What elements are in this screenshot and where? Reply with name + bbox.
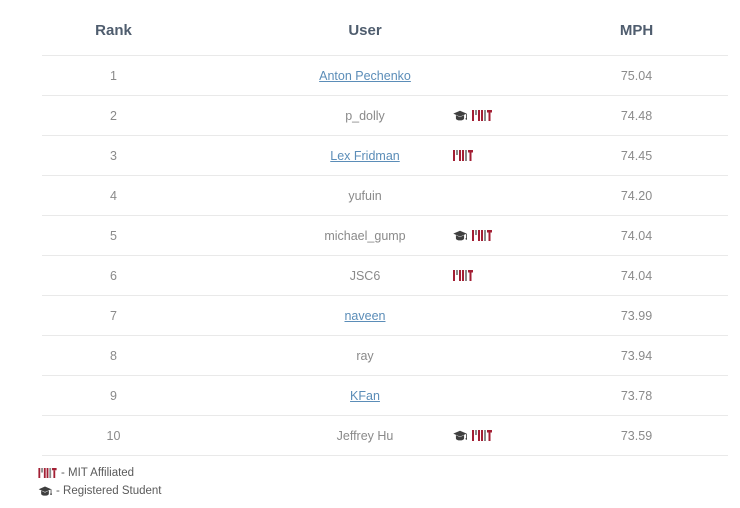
cell-rank: 3: [42, 136, 185, 176]
graduation-cap-icon: [38, 486, 52, 497]
legend-item-mit-affiliated: - MIT Affiliated: [38, 464, 161, 482]
user-cell-inner: yufuin: [185, 189, 545, 203]
cell-mph: 74.45: [545, 136, 728, 176]
user-profile-link[interactable]: naveen: [344, 309, 385, 323]
cell-mph: 74.04: [545, 216, 728, 256]
user-badges: [453, 229, 492, 243]
user-badges: [453, 269, 473, 283]
table-row: 1 Anton Pechenko 75.04: [42, 56, 728, 96]
cell-rank: 8: [42, 336, 185, 376]
table-row: 9 KFan 73.78: [42, 376, 728, 416]
cell-mph: 75.04: [545, 56, 728, 96]
cell-rank: 5: [42, 216, 185, 256]
cell-rank: 10: [42, 416, 185, 456]
user-profile-link[interactable]: KFan: [350, 389, 380, 403]
cell-user: JSC6: [185, 256, 545, 296]
table-row: 10 Jeffrey Hu 73.59: [42, 416, 728, 456]
graduation-cap-icon: [453, 430, 467, 442]
cell-mph: 73.59: [545, 416, 728, 456]
user-profile-link[interactable]: Anton Pechenko: [319, 69, 411, 83]
table-header-row: Rank User MPH: [42, 8, 728, 56]
cell-rank: 1: [42, 56, 185, 96]
leaderboard-panel: Rank User MPH 1 Anton Pechenko 75.04 2 p_dol…: [0, 0, 740, 508]
mit-logo-icon: [472, 230, 492, 241]
table-row: 4 yufuin 74.20: [42, 176, 728, 216]
user-name-label: Jeffrey Hu: [337, 429, 394, 443]
user-name-label: yufuin: [348, 189, 381, 203]
user-cell-inner: KFan: [185, 389, 545, 403]
cell-user: yufuin: [185, 176, 545, 216]
table-row: 3 Lex Fridman 74.45: [42, 136, 728, 176]
graduation-cap-icon: [453, 230, 467, 242]
legend: - MIT Affiliated - Registered Student: [38, 464, 161, 500]
user-badges: [453, 149, 473, 163]
legend-label-mit-affiliated: - MIT Affiliated: [61, 467, 134, 479]
cell-user: naveen: [185, 296, 545, 336]
user-name-label: michael_gump: [324, 229, 405, 243]
cell-mph: 73.78: [545, 376, 728, 416]
mit-logo-icon: [453, 270, 473, 281]
user-badges: [453, 109, 492, 123]
column-header-user: User: [185, 8, 545, 56]
table-row: 8 ray 73.94: [42, 336, 728, 376]
mit-logo-icon: [38, 468, 57, 478]
user-cell-inner: naveen: [185, 309, 545, 323]
user-cell-inner: JSC6: [185, 269, 545, 283]
cell-rank: 2: [42, 96, 185, 136]
column-header-mph: MPH: [545, 8, 728, 56]
graduation-cap-icon: [453, 110, 467, 122]
cell-mph: 74.04: [545, 256, 728, 296]
legend-item-registered-student: - Registered Student: [38, 482, 161, 500]
cell-user: Anton Pechenko: [185, 56, 545, 96]
table-row: 7 naveen 73.99: [42, 296, 728, 336]
mit-logo-icon: [453, 150, 473, 161]
table-row: 6 JSC6 74.04: [42, 256, 728, 296]
user-cell-inner: michael_gump: [185, 229, 545, 243]
leaderboard-table: Rank User MPH 1 Anton Pechenko 75.04 2 p_dol…: [42, 8, 728, 456]
table-body: 1 Anton Pechenko 75.04 2 p_dolly 74.48 3 Lex Fr…: [42, 56, 728, 456]
cell-user: ray: [185, 336, 545, 376]
table-header: Rank User MPH: [42, 8, 728, 56]
cell-user: KFan: [185, 376, 545, 416]
table-row: 2 p_dolly 74.48: [42, 96, 728, 136]
user-profile-link[interactable]: Lex Fridman: [330, 149, 399, 163]
legend-label-registered-student: - Registered Student: [56, 485, 161, 497]
cell-user: michael_gump: [185, 216, 545, 256]
user-name-label: ray: [356, 349, 373, 363]
table-row: 5 michael_gump 74.04: [42, 216, 728, 256]
user-cell-inner: Lex Fridman: [185, 149, 545, 163]
cell-user: Jeffrey Hu: [185, 416, 545, 456]
cell-rank: 4: [42, 176, 185, 216]
user-cell-inner: Anton Pechenko: [185, 69, 545, 83]
user-cell-inner: Jeffrey Hu: [185, 429, 545, 443]
user-name-label: JSC6: [350, 269, 381, 283]
user-cell-inner: p_dolly: [185, 109, 545, 123]
cell-rank: 9: [42, 376, 185, 416]
cell-rank: 6: [42, 256, 185, 296]
mit-logo-icon: [472, 430, 492, 441]
cell-rank: 7: [42, 296, 185, 336]
user-badges: [453, 429, 492, 443]
cell-mph: 73.99: [545, 296, 728, 336]
cell-mph: 74.20: [545, 176, 728, 216]
user-name-label: p_dolly: [345, 109, 385, 123]
user-cell-inner: ray: [185, 349, 545, 363]
cell-mph: 74.48: [545, 96, 728, 136]
column-header-rank: Rank: [42, 8, 185, 56]
cell-user: Lex Fridman: [185, 136, 545, 176]
cell-mph: 73.94: [545, 336, 728, 376]
cell-user: p_dolly: [185, 96, 545, 136]
mit-logo-icon: [472, 110, 492, 121]
